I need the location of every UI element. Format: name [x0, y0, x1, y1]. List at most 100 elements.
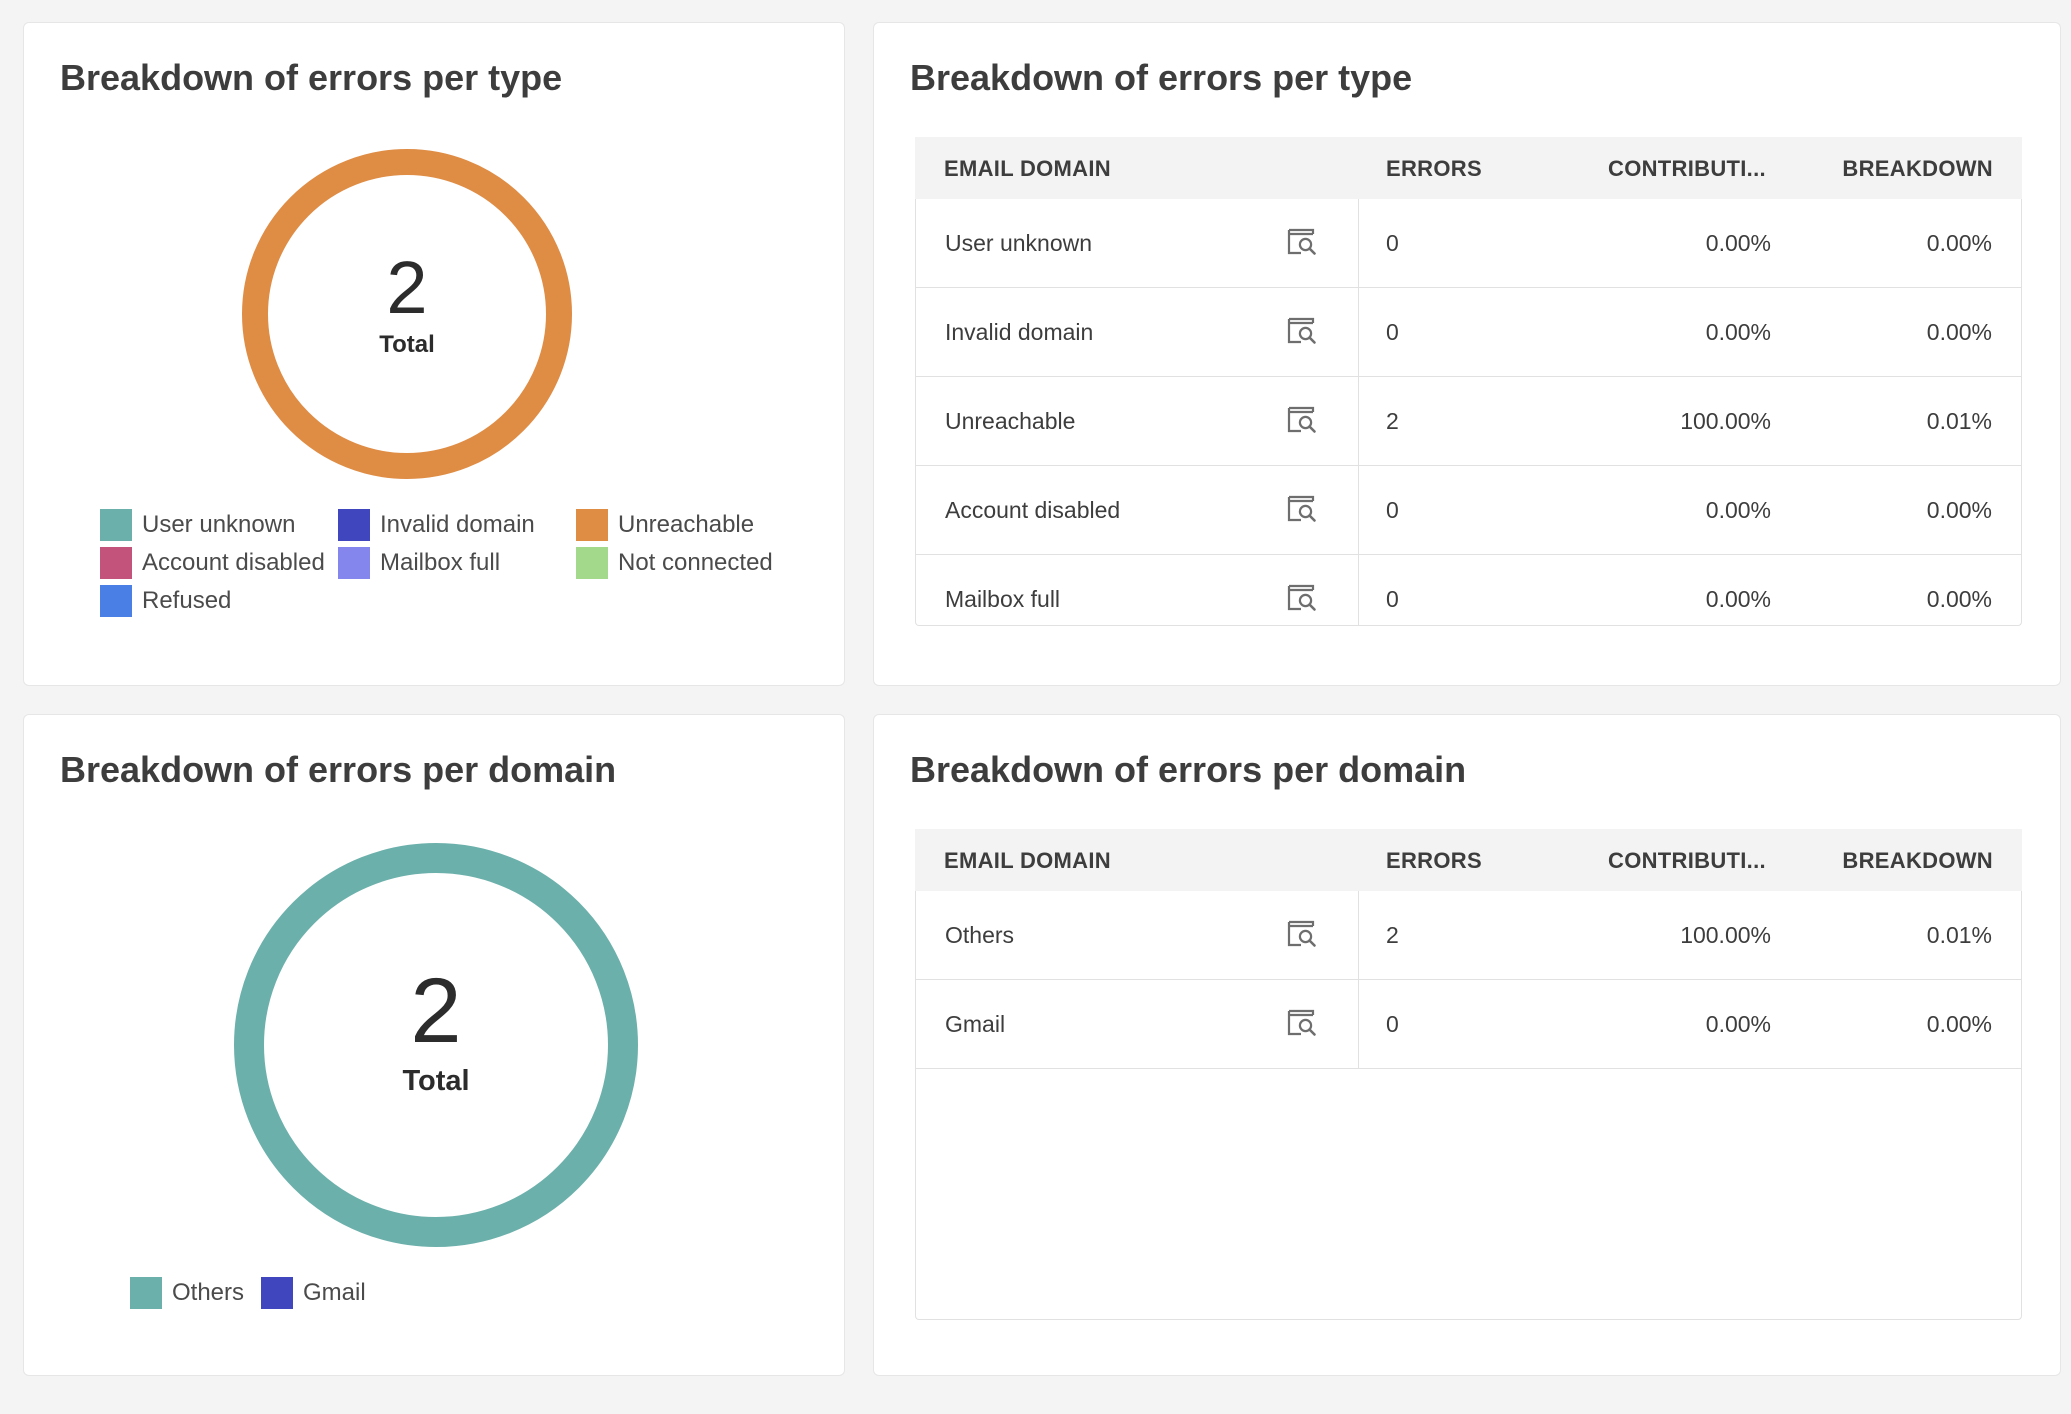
cell-breakdown: 0.01% [1926, 922, 1992, 948]
chart-legend: Others Gmail [130, 1277, 630, 1317]
errors-per-type-table-card: Breakdown of errors per type EMAIL DOMAI… [873, 22, 2061, 686]
drill-down-icon[interactable] [1287, 584, 1317, 612]
legend-item-mailbox-full[interactable]: Mailbox full [338, 547, 500, 579]
donut-center: 2 Total [234, 965, 638, 1098]
table-row[interactable]: User unknown 0 0.00% 0.00% [916, 199, 2021, 288]
column-divider [1358, 288, 1359, 376]
cell-errors: 0 [1386, 497, 1399, 523]
legend-label: Unreachable [618, 511, 755, 538]
legend-item-others[interactable]: Others [130, 1277, 244, 1309]
cell-contribution: 0.00% [1705, 319, 1771, 345]
legend-label: Mailbox full [380, 549, 501, 576]
legend-swatch [576, 547, 608, 579]
donut-chart: 2 Total [234, 843, 638, 1247]
cell-contribution: 0.00% [1705, 230, 1771, 256]
header-email-domain[interactable]: EMAIL DOMAIN [944, 848, 1111, 874]
cell-contribution: 0.00% [1705, 1011, 1771, 1037]
drill-down-icon[interactable] [1287, 920, 1317, 948]
donut-total-label: Total [402, 1065, 470, 1097]
cell-email-domain: Invalid domain [945, 319, 1094, 345]
table-header: EMAIL DOMAIN ERRORS CONTRIBUTI... BREAKD… [915, 829, 2022, 891]
table-row[interactable]: Others 2 100.00% 0.01% [916, 891, 2021, 980]
header-breakdown[interactable]: BREAKDOWN [1842, 848, 1993, 874]
legend-swatch [100, 547, 132, 579]
table-body: Others 2 100.00% 0.01% Gmail 0 0.00% 0.00% [915, 891, 2022, 1320]
cell-breakdown: 0.00% [1926, 230, 1992, 256]
header-breakdown[interactable]: BREAKDOWN [1842, 156, 1993, 182]
header-contribution[interactable]: CONTRIBUTI... [1608, 848, 1766, 874]
legend-item-user-unknown[interactable]: User unknown [100, 509, 295, 541]
card-title: Breakdown of errors per domain [910, 749, 1467, 790]
legend-swatch [261, 1277, 293, 1309]
cell-email-domain: User unknown [945, 230, 1093, 256]
legend-label: Others [172, 1279, 245, 1306]
legend-label: User unknown [142, 511, 296, 538]
legend-label: Account disabled [142, 549, 325, 576]
drill-down-icon[interactable] [1287, 228, 1317, 256]
legend-item-refused[interactable]: Refused [100, 585, 231, 617]
cell-errors: 0 [1386, 319, 1399, 345]
errors-table: EMAIL DOMAIN ERRORS CONTRIBUTI... BREAKD… [915, 829, 2022, 1320]
cell-errors: 0 [1386, 586, 1399, 612]
legend-item-account-disabled[interactable]: Account disabled [100, 547, 325, 579]
table-row[interactable]: Mailbox full 0 0.00% 0.00% [916, 555, 2021, 625]
cell-email-domain: Mailbox full [945, 586, 1061, 612]
header-errors[interactable]: ERRORS [1386, 156, 1482, 182]
column-divider [1358, 466, 1359, 554]
column-divider [1358, 980, 1359, 1068]
card-title: Breakdown of errors per domain [60, 749, 617, 790]
column-divider [1358, 377, 1359, 465]
legend-label: Refused [142, 587, 232, 614]
drill-down-icon[interactable] [1287, 495, 1317, 523]
table-row[interactable]: Invalid domain 0 0.00% 0.00% [916, 288, 2021, 377]
column-divider [1358, 199, 1359, 287]
table-header: EMAIL DOMAIN ERRORS CONTRIBUTI... BREAKD… [915, 137, 2022, 199]
drill-down-icon[interactable] [1287, 406, 1317, 434]
drill-down-icon[interactable] [1287, 317, 1317, 345]
donut-center: 2 Total [242, 251, 572, 359]
table-row[interactable]: Account disabled 0 0.00% 0.00% [916, 466, 2021, 555]
cell-contribution: 0.00% [1705, 586, 1771, 612]
legend-item-gmail[interactable]: Gmail [261, 1277, 366, 1309]
legend-label: Invalid domain [380, 511, 535, 538]
card-title: Breakdown of errors per type [60, 57, 563, 98]
cell-breakdown: 0.00% [1926, 497, 1992, 523]
card-title: Breakdown of errors per type [910, 57, 1413, 98]
legend-swatch [130, 1277, 162, 1309]
table-row[interactable]: Unreachable 2 100.00% 0.01% [916, 377, 2021, 466]
donut-total-label: Total [379, 331, 435, 358]
cell-email-domain: Account disabled [945, 497, 1121, 523]
cell-email-domain: Others [945, 922, 1015, 948]
header-email-domain[interactable]: EMAIL DOMAIN [944, 156, 1111, 182]
legend-item-not-connected[interactable]: Not connected [576, 547, 773, 579]
drill-down-icon[interactable] [1287, 1009, 1317, 1037]
cell-breakdown: 0.01% [1926, 408, 1992, 434]
cell-contribution: 100.00% [1680, 408, 1771, 434]
cell-email-domain: Unreachable [945, 408, 1076, 434]
column-divider [1358, 891, 1359, 979]
legend-item-invalid-domain[interactable]: Invalid domain [338, 509, 535, 541]
cell-email-domain: Gmail [945, 1011, 1006, 1037]
cell-contribution: 100.00% [1680, 922, 1771, 948]
legend-swatch [100, 585, 132, 617]
errors-table: EMAIL DOMAIN ERRORS CONTRIBUTI... BREAKD… [915, 137, 2022, 626]
legend-swatch [576, 509, 608, 541]
header-contribution[interactable]: CONTRIBUTI... [1608, 156, 1766, 182]
legend-item-unreachable[interactable]: Unreachable [576, 509, 754, 541]
legend-label: Not connected [618, 549, 773, 576]
cell-errors: 2 [1386, 922, 1399, 948]
cell-breakdown: 0.00% [1926, 586, 1992, 612]
column-divider [1358, 555, 1359, 625]
cell-errors: 0 [1386, 1011, 1399, 1037]
cell-errors: 0 [1386, 230, 1399, 256]
donut-chart: 2 Total [242, 149, 572, 479]
legend-swatch [338, 509, 370, 541]
errors-per-domain-chart-card: Breakdown of errors per domain 2 Total O… [23, 714, 845, 1376]
cell-breakdown: 0.00% [1926, 319, 1992, 345]
header-errors[interactable]: ERRORS [1386, 848, 1482, 874]
errors-per-domain-table-card: Breakdown of errors per domain EMAIL DOM… [873, 714, 2061, 1376]
table-row[interactable]: Gmail 0 0.00% 0.00% [916, 980, 2021, 1069]
legend-swatch [100, 509, 132, 541]
cell-breakdown: 0.00% [1926, 1011, 1992, 1037]
donut-total-value: 2 [386, 246, 428, 329]
